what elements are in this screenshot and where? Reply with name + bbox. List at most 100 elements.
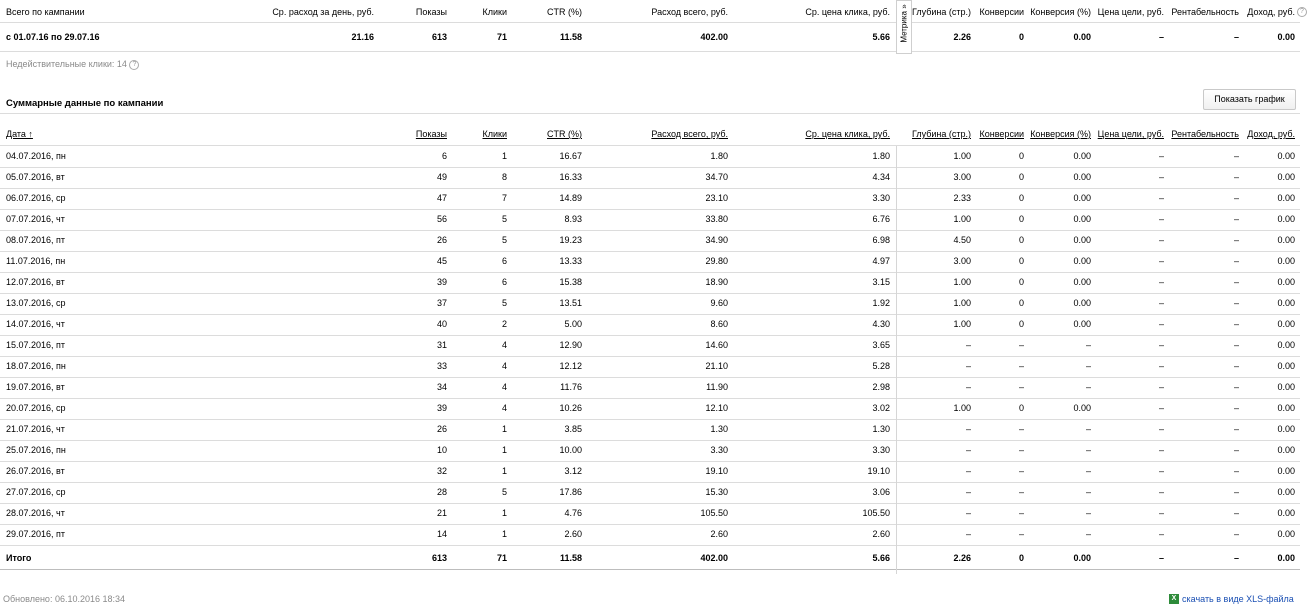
- cell-depth: 1.00: [953, 403, 971, 413]
- cell-income: 0.00: [1277, 151, 1295, 161]
- cell-conv: –: [1018, 445, 1024, 455]
- summary-conv-pct: 0.00: [1073, 32, 1091, 42]
- cell-income: 0.00: [1277, 466, 1295, 476]
- summary-period: с 01.07.16 по 29.07.16: [6, 32, 100, 42]
- cell-goal-price: –: [1158, 382, 1164, 392]
- cell-spend: 12.10: [705, 403, 728, 413]
- cell-profit: –: [1233, 382, 1239, 392]
- cell-conv-pct: –: [1085, 487, 1091, 497]
- download-xls-link[interactable]: скачать в виде XLS-файла: [1182, 593, 1294, 605]
- summary-header-conv-pct: Конверсия (%): [1030, 7, 1091, 17]
- summary-shows: 613: [431, 32, 447, 42]
- sort-header-spend[interactable]: Расход всего, руб.: [651, 128, 728, 140]
- cell-spend: 1.80: [710, 151, 728, 161]
- summary-divider: [0, 22, 1300, 23]
- sort-header-clicks[interactable]: Клики: [483, 128, 508, 140]
- cell-goal-price: –: [1158, 277, 1164, 287]
- cell-clicks: 1: [501, 508, 507, 518]
- cell-clicks: 1: [501, 445, 507, 455]
- table-row: [0, 398, 1300, 419]
- sort-header-conv-pct[interactable]: Конверсия (%): [1030, 128, 1091, 140]
- cell-depth: 1.00: [953, 277, 971, 287]
- table-row: [0, 167, 1300, 188]
- summary-header-ctr: CTR (%): [547, 7, 582, 17]
- cell-date: 13.07.2016, ср: [6, 298, 66, 308]
- cell-income: 0.00: [1277, 403, 1295, 413]
- cell-profit: –: [1233, 235, 1239, 245]
- sort-header-depth[interactable]: Глубина (стр.): [912, 128, 971, 140]
- summary-header-shows: Показы: [415, 7, 447, 17]
- cell-conv: 0: [1018, 235, 1024, 245]
- cell-date: 29.07.2016, пт: [6, 529, 66, 539]
- cell-spend: 15.30: [705, 487, 728, 497]
- cell-conv-pct: –: [1085, 340, 1091, 350]
- cell-cpc: 3.30: [872, 193, 890, 203]
- cell-depth: 1.00: [953, 319, 971, 329]
- sort-header-shows[interactable]: Показы: [416, 128, 447, 140]
- total-divider: [0, 569, 1300, 570]
- cell-conv: –: [1018, 382, 1024, 392]
- cell-conv-pct: –: [1085, 424, 1091, 434]
- sort-header-date[interactable]: Дата ↑: [6, 128, 33, 140]
- cell-cpc: 3.02: [872, 403, 890, 413]
- cell-spend: 33.80: [705, 214, 728, 224]
- cell-conv: 0: [1018, 298, 1024, 308]
- cell-clicks: 5: [501, 214, 507, 224]
- cell-shows: 28: [436, 487, 447, 497]
- cell-cpc: 1.30: [872, 424, 890, 434]
- cell-profit: –: [1233, 214, 1239, 224]
- sort-header-profit[interactable]: Рентабельность: [1171, 128, 1239, 140]
- summary-header-income: Доход, руб.: [1247, 7, 1295, 17]
- cell-goal-price: –: [1158, 193, 1164, 203]
- sort-header-goal-price[interactable]: Цена цели, руб.: [1098, 128, 1164, 140]
- cell-goal-price: –: [1158, 298, 1164, 308]
- cell-goal-price: –: [1158, 151, 1164, 161]
- table-row: [0, 503, 1300, 524]
- help-icon[interactable]: ?: [1297, 7, 1307, 17]
- cell-clicks: 6: [501, 277, 507, 287]
- cell-profit: –: [1233, 172, 1239, 182]
- sort-header-cpc[interactable]: Ср. цена клика, руб.: [805, 128, 890, 140]
- cell-conv-pct: 0.00: [1073, 235, 1091, 245]
- cell-ctr: 16.67: [559, 151, 582, 161]
- cell-goal-price: –: [1158, 361, 1164, 371]
- cell-income: 0.00: [1277, 361, 1295, 371]
- cell-date: 27.07.2016, ср: [6, 487, 66, 497]
- sort-header-income[interactable]: Доход, руб.: [1247, 128, 1295, 140]
- cell-profit: –: [1233, 508, 1239, 518]
- sort-header-conv[interactable]: Конверсии: [980, 128, 1024, 140]
- cell-date: 14.07.2016, чт: [6, 319, 65, 329]
- cell-date: 15.07.2016, пт: [6, 340, 66, 350]
- cell-depth: –: [965, 382, 971, 392]
- cell-shows: 26: [436, 235, 447, 245]
- cell-clicks: 5: [501, 235, 507, 245]
- show-chart-button[interactable]: Показать график: [1203, 89, 1296, 110]
- cell-profit: –: [1233, 319, 1239, 329]
- cell-shows: 26: [436, 424, 447, 434]
- metrika-toggle[interactable]: Метрика »: [896, 0, 912, 54]
- table-row: [0, 314, 1300, 335]
- metrika-label: Метрика »: [899, 4, 909, 43]
- summary-avg-spend: 21.16: [351, 32, 374, 42]
- cell-conv: 0: [1018, 151, 1024, 161]
- cell-clicks: 1: [501, 466, 507, 476]
- cell-spend: 29.80: [705, 256, 728, 266]
- total-clicks: 71: [496, 553, 507, 563]
- cell-spend: 105.50: [700, 508, 728, 518]
- cell-shows: 33: [436, 361, 447, 371]
- cell-conv-pct: 0.00: [1073, 172, 1091, 182]
- cell-goal-price: –: [1158, 214, 1164, 224]
- cell-cpc: 1.80: [872, 151, 890, 161]
- cell-date: 21.07.2016, чт: [6, 424, 65, 434]
- cell-depth: –: [965, 361, 971, 371]
- sort-header-ctr[interactable]: CTR (%): [547, 128, 582, 140]
- cell-ctr: 5.00: [564, 319, 582, 329]
- cell-conv: 0: [1018, 214, 1024, 224]
- cell-conv: 0: [1018, 277, 1024, 287]
- table-row: [0, 356, 1300, 377]
- cell-depth: –: [965, 340, 971, 350]
- cell-income: 0.00: [1277, 529, 1295, 539]
- cell-conv-pct: 0.00: [1073, 403, 1091, 413]
- cell-conv: 0: [1018, 256, 1024, 266]
- invalid-clicks-help-icon[interactable]: ?: [129, 59, 140, 70]
